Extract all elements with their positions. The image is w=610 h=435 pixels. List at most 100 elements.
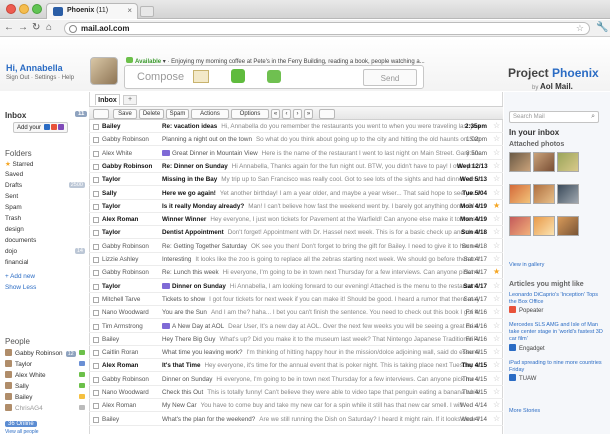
message-row[interactable]: Sally Here we go again! Yet another birthd… <box>89 188 503 200</box>
options-dropdown[interactable]: Options <box>231 109 269 119</box>
user-avatar[interactable] <box>90 57 118 85</box>
person-item[interactable]: Bailey <box>5 393 87 401</box>
message-checkbox[interactable] <box>93 390 99 396</box>
article-source[interactable]: Engadget <box>509 344 545 352</box>
last-page-icon[interactable]: » <box>304 109 313 119</box>
attached-photo[interactable] <box>533 184 555 204</box>
folder-item[interactable]: Spam <box>5 204 85 211</box>
star-icon[interactable]: ☆ <box>493 254 500 263</box>
star-icon[interactable]: ☆ <box>493 281 500 290</box>
folder-item[interactable]: Sent <box>5 193 85 200</box>
star-icon[interactable]: ★ <box>493 267 500 276</box>
forward-icon[interactable]: → <box>18 22 28 33</box>
browser-tab[interactable]: Phoenix (11) × <box>46 3 138 19</box>
star-icon[interactable]: ☆ <box>493 334 500 343</box>
star-icon[interactable]: ☆ <box>493 148 500 157</box>
minimize-window-button[interactable] <box>19 4 29 14</box>
message-checkbox[interactable] <box>93 336 99 343</box>
add-new-folder-link[interactable]: + Add new <box>5 273 85 280</box>
article-source[interactable]: Popeater <box>509 306 543 314</box>
message-checkbox[interactable] <box>93 243 99 250</box>
message-checkbox[interactable] <box>93 363 99 370</box>
folder-item[interactable]: financial <box>5 259 85 266</box>
message-checkbox[interactable] <box>93 310 99 317</box>
message-row[interactable]: Tim Armstrong A New Day at AOL Dear User, … <box>89 321 503 333</box>
person-item[interactable]: Taylor <box>5 360 87 368</box>
wrench-icon[interactable]: 🔧 <box>596 22 608 33</box>
mail-envelope-icon[interactable] <box>193 70 209 83</box>
attached-photo[interactable] <box>557 216 579 236</box>
message-row[interactable]: Bailey What's the plan for the weekend? Ar… <box>89 414 503 426</box>
message-checkbox[interactable] <box>93 203 99 210</box>
address-bar[interactable]: mail.aol.com ☆ <box>64 22 590 35</box>
message-checkbox[interactable] <box>93 257 99 263</box>
add-tab-button[interactable]: + <box>123 95 137 105</box>
article-link[interactable]: Mercedes SLS AMG and Isle of Man take ce… <box>509 322 603 343</box>
star-icon[interactable]: ☆ <box>493 214 500 223</box>
more-stories-link[interactable]: More Stories <box>509 408 603 415</box>
message-row[interactable]: Alex White Great Dinner in Mountain View H… <box>89 148 503 160</box>
person-item[interactable]: Alex White <box>5 371 87 379</box>
message-row[interactable]: Bailey Hey There Big Guy What's up? Did yo… <box>89 334 503 346</box>
attached-photo[interactable] <box>509 152 531 172</box>
prev-page-icon[interactable]: ‹ <box>282 109 291 119</box>
folder-item[interactable]: Drafts 2500 <box>5 182 85 189</box>
message-row[interactable]: Nano Woodward You are the Sun And I am the… <box>89 307 503 320</box>
zoom-window-button[interactable] <box>32 4 42 14</box>
reload-icon[interactable]: ↻ <box>32 22 40 33</box>
article-link[interactable]: Leonardo DiCaprio's 'Inception' Tops the… <box>509 292 603 306</box>
message-row[interactable]: Mitchell Tarve Tickets to show I got four … <box>89 294 503 306</box>
star-icon[interactable]: ☆ <box>493 241 500 250</box>
message-checkbox[interactable] <box>93 124 99 130</box>
folder-item[interactable]: design <box>5 226 85 233</box>
back-icon[interactable]: ← <box>4 22 14 33</box>
save-button[interactable]: Save <box>113 109 137 119</box>
message-checkbox[interactable] <box>93 270 99 277</box>
message-checkbox[interactable] <box>93 150 99 157</box>
status-line[interactable]: Available ▾ · Enjoying my morning coffee… <box>126 57 425 65</box>
actions-dropdown[interactable]: Actions <box>191 109 229 119</box>
star-icon[interactable]: ☆ <box>493 347 500 356</box>
folder-item[interactable]: ★ Starred <box>5 160 85 168</box>
spam-button[interactable]: Spam <box>166 109 189 119</box>
message-checkbox[interactable] <box>93 403 99 410</box>
message-row[interactable]: Alex Roman Winner Winner Hey everyone, I j… <box>89 214 503 227</box>
attached-photo[interactable] <box>557 152 579 172</box>
message-checkbox[interactable] <box>93 177 99 184</box>
show-less-link[interactable]: Show Less <box>5 284 85 291</box>
close-tab-icon[interactable]: × <box>127 6 132 15</box>
attached-photo[interactable] <box>533 152 555 172</box>
message-checkbox[interactable] <box>93 416 99 423</box>
message-row[interactable]: Nano Woodward Check this Out This is total… <box>89 387 503 399</box>
search-input[interactable]: Search Mail ⌕ <box>509 111 599 123</box>
message-checkbox[interactable] <box>93 190 99 197</box>
message-checkbox[interactable] <box>93 230 99 237</box>
star-icon[interactable]: ☆ <box>493 321 500 330</box>
message-row[interactable]: Gabby Robinson Re: Getting Together Satur… <box>89 241 503 253</box>
star-icon[interactable]: ☆ <box>493 134 500 143</box>
message-checkbox[interactable] <box>93 376 99 383</box>
person-item[interactable]: Sally <box>5 382 87 390</box>
select-all-checkbox[interactable] <box>93 109 109 119</box>
message-row[interactable]: Gabby Robinson Re: Lunch this week Hi ever… <box>89 267 503 280</box>
message-row[interactable]: Taylor Is it really Monday already? Man! I… <box>89 201 503 213</box>
star-icon[interactable]: ☆ <box>493 387 500 396</box>
home-icon[interactable]: ⌂ <box>46 22 52 33</box>
message-checkbox[interactable] <box>93 296 99 303</box>
delete-button[interactable]: Delete <box>139 109 164 119</box>
message-checkbox[interactable] <box>93 323 99 330</box>
star-icon[interactable]: ☆ <box>493 400 500 409</box>
star-icon[interactable]: ☆ <box>493 294 500 303</box>
attached-photo[interactable] <box>557 184 579 204</box>
message-row[interactable]: Alex Roman My New Car You have to come buy… <box>89 400 503 413</box>
star-icon[interactable]: ☆ <box>493 188 500 197</box>
compose-label[interactable]: Compose <box>137 71 184 83</box>
message-checkbox[interactable] <box>93 283 99 290</box>
next-page-icon[interactable]: › <box>293 109 302 119</box>
view-toggle-icon[interactable] <box>319 109 335 119</box>
folder-item[interactable]: documents <box>5 237 85 244</box>
star-icon[interactable]: ☆ <box>493 161 500 170</box>
bookmark-star-icon[interactable]: ☆ <box>576 23 584 34</box>
attached-photo[interactable] <box>533 216 555 236</box>
star-icon[interactable]: ☆ <box>493 360 500 369</box>
